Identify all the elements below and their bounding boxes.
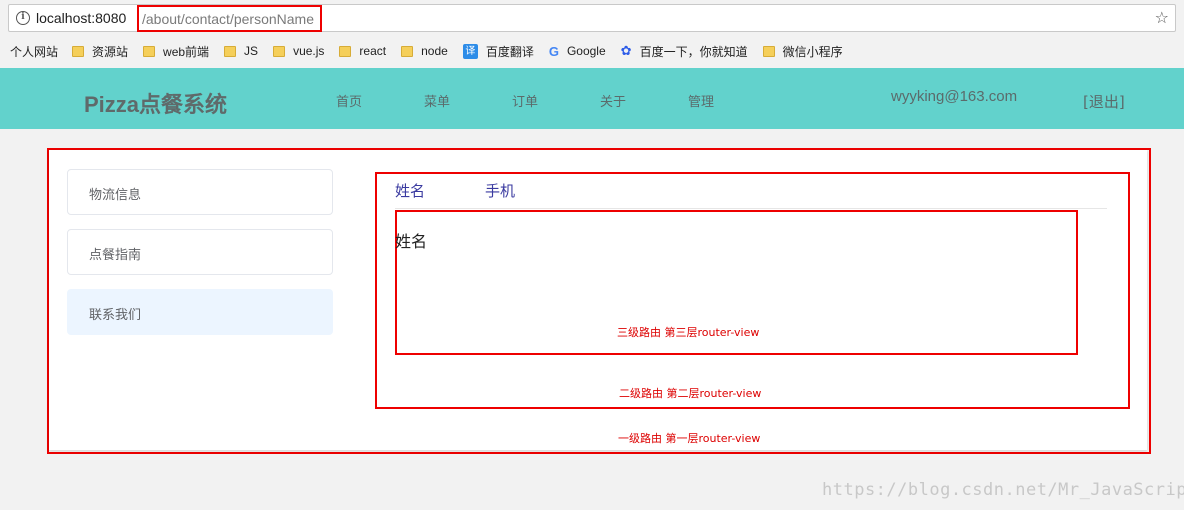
nav-menu[interactable]: 菜单 bbox=[424, 91, 450, 110]
bookmark-item[interactable]: web前端 bbox=[143, 43, 209, 60]
folder-icon bbox=[72, 45, 85, 57]
level3-router-view-box: 姓名 三级路由 第三层router-view bbox=[395, 210, 1078, 355]
bookmark-item[interactable]: vue.js bbox=[273, 44, 324, 58]
folder-icon bbox=[143, 45, 156, 57]
level2-caption: 二级路由 第二层router-view bbox=[619, 387, 762, 400]
sidebar-item-contact[interactable]: 联系我们 bbox=[67, 289, 333, 335]
logout-link[interactable]: [退出] bbox=[1083, 91, 1125, 112]
google-icon: G bbox=[548, 43, 559, 59]
folder-icon bbox=[401, 45, 414, 57]
folder-icon bbox=[224, 45, 237, 57]
tab-divider bbox=[395, 208, 1107, 209]
baidu-paw-icon: ✿ bbox=[620, 43, 632, 58]
brand-title[interactable]: Pizza点餐系统 bbox=[84, 87, 227, 119]
translate-icon: 译 bbox=[462, 43, 478, 59]
about-card: 物流信息 点餐指南 联系我们 姓名 手机 姓名 三级路由 第三层router-v… bbox=[49, 150, 1147, 450]
bookmark-item[interactable]: 资源站 bbox=[72, 43, 128, 60]
sidebar-item-logistics[interactable]: 物流信息 bbox=[67, 169, 333, 215]
browser-chrome: i localhost:8080 /about/contact/personNa… bbox=[0, 0, 1184, 68]
tab-name[interactable]: 姓名 bbox=[395, 180, 425, 201]
bookmark-item[interactable]: 译 百度翻译 bbox=[462, 43, 534, 60]
person-name-content: 姓名 bbox=[395, 232, 428, 251]
bookmark-item[interactable]: 个人网站 bbox=[10, 43, 58, 60]
bookmark-star-icon[interactable]: ☆ bbox=[1155, 8, 1169, 27]
address-bar[interactable]: i localhost:8080 /about/contact/personNa… bbox=[8, 4, 1176, 32]
watermark: https://blog.csdn.net/Mr_JavaScript bbox=[822, 480, 1184, 500]
level2-router-view-box: 姓名 手机 姓名 三级路由 第三层router-view 二级路由 第二层rou… bbox=[375, 172, 1130, 409]
level1-caption: 一级路由 第一层router-view bbox=[618, 432, 761, 445]
bookmark-item[interactable]: ✿ 百度一下，你就知道 bbox=[621, 43, 748, 60]
bookmark-item[interactable]: G Google bbox=[549, 44, 606, 59]
nav-orders[interactable]: 订单 bbox=[512, 91, 538, 110]
app-header: Pizza点餐系统 首页 菜单 订单 关于 管理 wyyking@163.com… bbox=[0, 68, 1184, 129]
url-host: localhost:8080 bbox=[36, 10, 127, 26]
nav-home[interactable]: 首页 bbox=[336, 91, 362, 110]
bookmark-item[interactable]: node bbox=[401, 44, 448, 58]
bookmark-item[interactable]: react bbox=[339, 44, 386, 58]
tab-phone[interactable]: 手机 bbox=[485, 180, 515, 201]
nav-about[interactable]: 关于 bbox=[600, 91, 626, 110]
user-email: wyyking@163.com bbox=[891, 88, 1018, 105]
bookmark-item[interactable]: JS bbox=[224, 44, 258, 58]
sidebar-item-guide[interactable]: 点餐指南 bbox=[67, 229, 333, 275]
level1-router-view-box: 物流信息 点餐指南 联系我们 姓名 手机 姓名 三级路由 第三层router-v… bbox=[47, 148, 1151, 454]
url-path-highlight: /about/contact/personName bbox=[137, 5, 322, 32]
folder-icon bbox=[762, 45, 775, 57]
info-icon[interactable]: i bbox=[16, 11, 30, 25]
level3-caption: 三级路由 第三层router-view bbox=[617, 326, 760, 339]
nav-admin[interactable]: 管理 bbox=[688, 91, 714, 110]
folder-icon bbox=[339, 45, 352, 57]
bookmarks-bar: 个人网站 资源站 web前端 JS vue.js react node 译 百度 bbox=[0, 40, 1184, 62]
bookmark-item[interactable]: 微信小程序 bbox=[762, 43, 843, 60]
folder-icon bbox=[273, 45, 286, 57]
